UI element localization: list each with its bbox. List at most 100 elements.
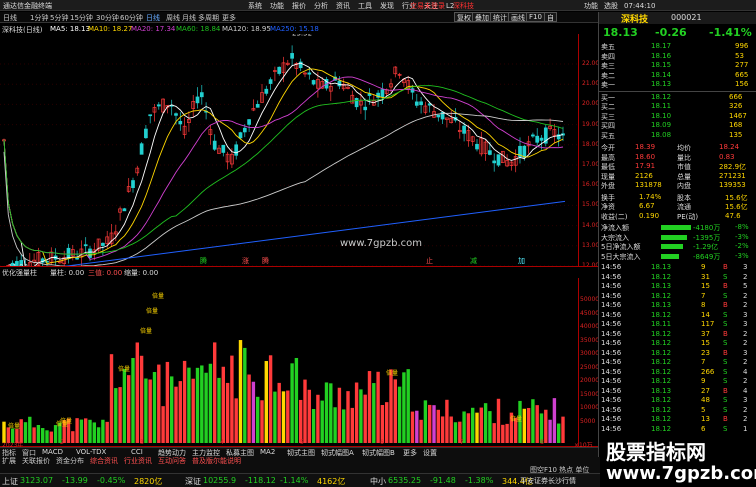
period-tab-10[interactable]: 更多 bbox=[222, 13, 236, 23]
tick-volume: 13 bbox=[701, 415, 710, 423]
period-tab-0[interactable]: 日线 bbox=[3, 13, 17, 23]
chart-watermark: www.7gpzb.com bbox=[340, 238, 422, 249]
period-tab-9[interactable]: 多周期 bbox=[198, 13, 219, 23]
tick-time: 14:56 bbox=[601, 282, 622, 290]
period-tab-5[interactable]: 60分钟 bbox=[120, 13, 143, 23]
period-tab-3[interactable]: 15分钟 bbox=[70, 13, 93, 23]
menu-item-6[interactable]: 发现 bbox=[380, 2, 394, 10]
right-menu-item-1[interactable]: 选股 bbox=[604, 2, 618, 10]
right-menu-item-2[interactable]: 07:44:10 bbox=[624, 2, 655, 10]
index-name-0[interactable]: 上证 bbox=[2, 476, 18, 487]
ask-volume: 53 bbox=[735, 51, 744, 60]
volume-bar bbox=[415, 410, 419, 443]
bid-row[interactable]: 买五 18.08 135 bbox=[601, 131, 755, 140]
toolbar-button-4[interactable]: F10 bbox=[526, 12, 545, 22]
ask-row[interactable]: 卖二 18.14 665 bbox=[601, 71, 755, 80]
menu-item-2[interactable]: 报价 bbox=[292, 2, 306, 10]
ask-row[interactable]: 卖四 18.16 53 bbox=[601, 52, 755, 61]
period-toolbar: 日线 1分钟 5分钟 15分钟 30分钟 60分钟 日线 周线 月线 多周期 更多 复权 叠加 统计 画线 F… bbox=[0, 12, 600, 23]
ask-row[interactable]: 卖三 18.15 277 bbox=[601, 61, 755, 70]
menu-item-1[interactable]: 功能 bbox=[270, 2, 284, 10]
menu-item-4[interactable]: 资讯 bbox=[336, 2, 350, 10]
ask-row[interactable]: 卖五 18.17 996 bbox=[601, 42, 755, 51]
volume-chart[interactable]: 倍量 倍量倍量倍量倍量倍量倍量倍量倍量2 3 4 5 6 7 8 bbox=[0, 278, 578, 446]
indicator-tab-8[interactable]: MA2 bbox=[260, 448, 275, 456]
index-name-2[interactable]: 中小 bbox=[370, 476, 386, 487]
menu-item-5[interactable]: 工具 bbox=[358, 2, 372, 10]
volume-bar bbox=[380, 404, 385, 443]
tick-volume: 8 bbox=[701, 301, 706, 309]
menu-item-0[interactable]: 系统 bbox=[248, 2, 262, 10]
menu-item-3[interactable]: 分析 bbox=[314, 2, 328, 10]
period-tab-6[interactable]: 日线 bbox=[146, 13, 160, 23]
period-tab-4[interactable]: 30分钟 bbox=[96, 13, 119, 23]
volume-bar bbox=[440, 416, 445, 443]
stat-row: 最低 17.91 市值 282.9亿 bbox=[601, 162, 755, 171]
toolbar-button-1[interactable]: 叠加 bbox=[472, 12, 492, 22]
indicator-tab-4[interactable]: CCI bbox=[131, 448, 143, 456]
stat2-label-2: 股本 bbox=[677, 193, 691, 202]
index-name-1[interactable]: 深证 bbox=[185, 476, 201, 487]
volume-tick-0: 50000 bbox=[580, 296, 600, 303]
toolbar-button-0[interactable]: 复权 bbox=[454, 12, 474, 22]
tick-price: 18.13 bbox=[651, 301, 672, 309]
period-tab-7[interactable]: 周线 bbox=[166, 13, 180, 23]
candle-body bbox=[268, 79, 273, 84]
volume-bar bbox=[406, 369, 410, 443]
indicator-tab-3[interactable]: VOL-TDX bbox=[76, 448, 106, 456]
kline-chart[interactable]: 23.5211.93www.7gpzb.com腾涨腾止减加 bbox=[0, 34, 578, 266]
volume-bar bbox=[277, 382, 281, 443]
tick-row: 14:56 18.13 9 B 3 bbox=[601, 263, 755, 272]
tick-count: 4 bbox=[743, 367, 748, 376]
bid-row[interactable]: 买四 18.09 168 bbox=[601, 121, 755, 130]
period-tab-8[interactable]: 月线 bbox=[182, 13, 196, 23]
volume-bar bbox=[187, 367, 191, 443]
candle-body bbox=[277, 66, 282, 74]
toolbar-button-2[interactable]: 统计 bbox=[490, 12, 510, 22]
tick-side: B bbox=[723, 386, 728, 395]
stat2-value-2: 47.6 bbox=[725, 211, 741, 220]
candle-body bbox=[462, 125, 466, 134]
candle-body bbox=[174, 113, 178, 116]
promo-item-0[interactable]: 交易未登录 bbox=[410, 2, 445, 10]
ma5-label: MA5: 18.13 bbox=[50, 25, 90, 33]
ask-row[interactable]: 卖一 18.13 156 bbox=[601, 80, 755, 89]
volume-tick-8: 10000 bbox=[580, 404, 600, 411]
stat-label-2: 市值 bbox=[677, 163, 691, 171]
bid-row[interactable]: 买一 18.12 666 bbox=[601, 93, 755, 102]
bid-row[interactable]: 买三 18.10 1467 bbox=[601, 112, 755, 121]
tick-price: 18.12 bbox=[651, 291, 672, 300]
promo-text[interactable]: 交易未登录 深科技 bbox=[410, 1, 482, 11]
right-menu[interactable]: 功能 选股 07:44:10 bbox=[584, 1, 661, 11]
candle-body bbox=[264, 88, 269, 94]
tick-price: 18.12 bbox=[651, 310, 672, 319]
bid-row[interactable]: 买二 18.11 326 bbox=[601, 102, 755, 111]
volume-bar bbox=[372, 383, 376, 443]
period-tab-2[interactable]: 5分钟 bbox=[50, 13, 68, 23]
tick-count: 3 bbox=[743, 310, 748, 319]
candle-body bbox=[66, 247, 71, 259]
volume-bar bbox=[363, 394, 367, 443]
right-menu-item-0[interactable]: 功能 bbox=[584, 2, 598, 10]
tick-side: S bbox=[723, 405, 728, 414]
price-axis: 22.00 21.00 20.00 19.00 18.00 17.00 16.00 15.00… bbox=[578, 34, 599, 269]
quote-pct: -1.41% bbox=[709, 26, 752, 39]
brand-watermark: 股票指标网 www.7gpzb.com bbox=[600, 432, 756, 487]
indicator-tab-2[interactable]: MACD bbox=[42, 448, 63, 456]
volume-bar bbox=[247, 374, 251, 443]
volume-bar bbox=[488, 411, 492, 443]
volume-bar bbox=[419, 419, 423, 443]
volume-bar bbox=[367, 371, 372, 443]
double-volume-label-5: 倍量 bbox=[386, 369, 398, 377]
promo-item-1[interactable]: 深科技 bbox=[453, 2, 474, 10]
tick-volume: 15 bbox=[701, 339, 710, 347]
index-pct-0: -0.45% bbox=[97, 476, 126, 485]
toolbar-button-5[interactable]: 自 bbox=[544, 12, 557, 22]
stat-label-2: 内盘 bbox=[677, 182, 691, 190]
volume-bar bbox=[342, 409, 346, 443]
volume-axis: 50000 45000 40000 35000 30000 25000 20000 15000… bbox=[578, 278, 600, 446]
toolbar-button-3[interactable]: 画线 bbox=[508, 12, 528, 22]
period-tab-1[interactable]: 1分钟 bbox=[30, 13, 48, 23]
volume-bar bbox=[557, 423, 561, 443]
flow-label: 5日大宗流入 bbox=[601, 252, 641, 261]
